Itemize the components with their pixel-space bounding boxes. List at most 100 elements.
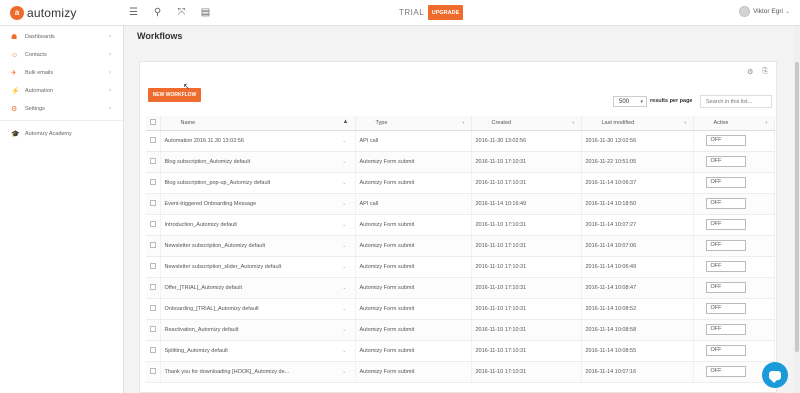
export-icon[interactable]: ⎘: [762, 68, 768, 76]
workflow-active-cell: OFF: [693, 340, 775, 362]
row-checkbox[interactable]: [146, 214, 161, 236]
table-row[interactable]: Introduction_Automizy default ⌄ Automizy F…: [146, 214, 775, 236]
row-checkbox[interactable]: [146, 256, 161, 278]
table-row[interactable]: Automation 2016.11.30 13:02:56 ⌄ API call 2…: [146, 130, 775, 152]
academy-icon: 🎓: [11, 131, 20, 138]
per-page-select[interactable]: 500 ▾: [613, 96, 647, 107]
sidebar-item-settings[interactable]: ⚙ Settings ›: [0, 100, 123, 118]
workflow-name[interactable]: Blog subscription_Automizy default ⌄: [160, 151, 356, 173]
chevron-down-icon[interactable]: ⌄: [342, 159, 346, 165]
chevron-down-icon[interactable]: ⌄: [342, 222, 346, 228]
active-toggle[interactable]: OFF: [705, 198, 746, 209]
workflow-type: Automizy Form submit: [355, 256, 472, 278]
column-header-created[interactable]: Created ▾: [471, 116, 582, 131]
hamburger-icon[interactable]: ☰: [128, 7, 139, 18]
chevron-right-icon: ›: [109, 88, 111, 94]
workflow-name[interactable]: Introduction_Automizy default ⌄: [160, 214, 356, 236]
sidebar-item-bulk-emails[interactable]: ✈ Bulk emails ›: [0, 64, 123, 82]
row-checkbox[interactable]: [146, 319, 161, 341]
row-checkbox[interactable]: [146, 361, 161, 383]
workflow-name[interactable]: Onboarding_[TRIAL]_Automizy default ⌄: [160, 298, 356, 320]
row-checkbox[interactable]: [146, 151, 161, 173]
table-row[interactable]: Offer_[TRIAL]_Automizy default ⌄ Automizy …: [146, 277, 775, 299]
workflow-type: API call: [355, 130, 472, 152]
workflow-name[interactable]: Thank you for downloading [HOOK]_Automiz…: [160, 361, 356, 383]
column-header-active[interactable]: Active ▾: [693, 116, 775, 131]
table-row[interactable]: Splitting_Automizy default ⌄ Automizy Form…: [146, 340, 775, 362]
active-toggle[interactable]: OFF: [705, 135, 746, 146]
workflow-name[interactable]: Offer_[TRIAL]_Automizy default ⌄: [160, 277, 356, 299]
row-checkbox[interactable]: [146, 172, 161, 194]
row-checkbox[interactable]: [146, 235, 161, 257]
active-toggle[interactable]: OFF: [705, 324, 746, 335]
gear-icon[interactable]: ⚙: [747, 68, 753, 76]
sidebar-divider: [0, 120, 123, 121]
active-toggle[interactable]: OFF: [705, 219, 746, 230]
table-row[interactable]: Newsletter subscription_slider_Automizy …: [146, 256, 775, 278]
chevron-down-icon[interactable]: ⌄: [342, 243, 346, 249]
row-checkbox[interactable]: [146, 298, 161, 320]
table-row[interactable]: Blog subscription_Automizy default ⌄ Autom…: [146, 151, 775, 173]
chevron-down-icon[interactable]: ⌄: [342, 264, 346, 270]
sidebar-item-contacts[interactable]: ☺ Contacts ›: [0, 46, 123, 64]
chevron-down-icon[interactable]: ⌄: [342, 369, 346, 375]
column-header-name[interactable]: Name ▲: [160, 116, 356, 131]
chevron-down-icon[interactable]: ⌄: [342, 327, 346, 333]
workflow-name[interactable]: Splitting_Automizy default ⌄: [160, 340, 356, 362]
upgrade-button[interactable]: UPGRADE: [428, 5, 463, 20]
row-checkbox[interactable]: [146, 130, 161, 152]
active-toggle[interactable]: OFF: [705, 303, 746, 314]
chevron-down-icon[interactable]: ⌄: [342, 180, 346, 186]
active-toggle[interactable]: OFF: [705, 156, 746, 167]
search-icon[interactable]: ⚲: [152, 7, 163, 18]
active-toggle[interactable]: OFF: [705, 177, 746, 188]
chevron-down-icon: ⌄: [784, 9, 790, 15]
logo[interactable]: a automizy: [0, 5, 128, 20]
table-row[interactable]: Onboarding_[TRIAL]_Automizy default ⌄ Auto…: [146, 298, 775, 320]
sidebar-item-dashboards[interactable]: ☗ Dashboards ›: [0, 28, 123, 46]
select-all-checkbox[interactable]: [146, 116, 161, 131]
table-row[interactable]: Thank you for downloading [HOOK]_Automiz…: [146, 361, 775, 383]
search-input[interactable]: [700, 95, 772, 108]
trial-label: TRIAL: [399, 8, 425, 17]
workflow-name[interactable]: Event-triggered Onboarding Message ⌄: [160, 193, 356, 215]
row-checkbox[interactable]: [146, 193, 161, 215]
workflow-name[interactable]: Newsletter subscription_Automizy default…: [160, 235, 356, 257]
page-scrollbar[interactable]: [794, 26, 800, 393]
scrollbar-thumb[interactable]: [795, 62, 799, 352]
chevron-down-icon[interactable]: ⌄: [342, 306, 346, 312]
chevron-down-icon[interactable]: ⌄: [342, 285, 346, 291]
sidebar-item-academy[interactable]: 🎓 Automizy Academy: [0, 125, 123, 143]
workflow-type: Automizy Form submit: [355, 151, 472, 173]
active-toggle[interactable]: OFF: [705, 282, 746, 293]
fullscreen-icon[interactable]: ⤧: [176, 7, 187, 18]
row-checkbox[interactable]: [146, 340, 161, 362]
chevron-down-icon[interactable]: ⌄: [342, 201, 346, 207]
list-icon[interactable]: ▤: [200, 7, 211, 18]
workflow-name[interactable]: Reactivation_Automizy default ⌄: [160, 319, 356, 341]
workflow-created: 2016-11-30 13:02:56: [471, 130, 582, 152]
table-row[interactable]: Newsletter subscription_Automizy default…: [146, 235, 775, 257]
table-row[interactable]: Blog subscription_pop-up_Automizy defaul…: [146, 172, 775, 194]
workflow-name[interactable]: Newsletter subscription_slider_Automizy …: [160, 256, 356, 278]
table-row[interactable]: Reactivation_Automizy default ⌄ Automizy F…: [146, 319, 775, 341]
logo-text: automizy: [27, 5, 77, 20]
active-toggle[interactable]: OFF: [705, 261, 746, 272]
active-toggle[interactable]: OFF: [705, 345, 746, 356]
user-menu[interactable]: Viktor Egri ⌄: [739, 6, 790, 17]
workflow-name[interactable]: Blog subscription_pop-up_Automizy defaul…: [160, 172, 356, 194]
workflow-created: 2016-11-14 10:16:49: [471, 193, 582, 215]
column-header-last-modified[interactable]: Last modified ▾: [581, 116, 694, 131]
column-header-type[interactable]: Type ▾: [355, 116, 472, 131]
active-toggle[interactable]: OFF: [705, 366, 746, 377]
gear-icon: ⚙: [11, 106, 18, 113]
sidebar-item-automation[interactable]: ⚡ Automation ›: [0, 82, 123, 100]
row-checkbox[interactable]: [146, 277, 161, 299]
table-row[interactable]: Event-triggered Onboarding Message ⌄ API c…: [146, 193, 775, 215]
workflow-name[interactable]: Automation 2016.11.30 13:02:56 ⌄: [160, 130, 356, 152]
active-toggle[interactable]: OFF: [705, 240, 746, 251]
chevron-down-icon[interactable]: ⌄: [342, 348, 346, 354]
new-workflow-button[interactable]: NEW WORKFLOW: [148, 88, 201, 102]
chevron-down-icon[interactable]: ⌄: [342, 138, 346, 144]
chat-button[interactable]: [762, 362, 788, 388]
